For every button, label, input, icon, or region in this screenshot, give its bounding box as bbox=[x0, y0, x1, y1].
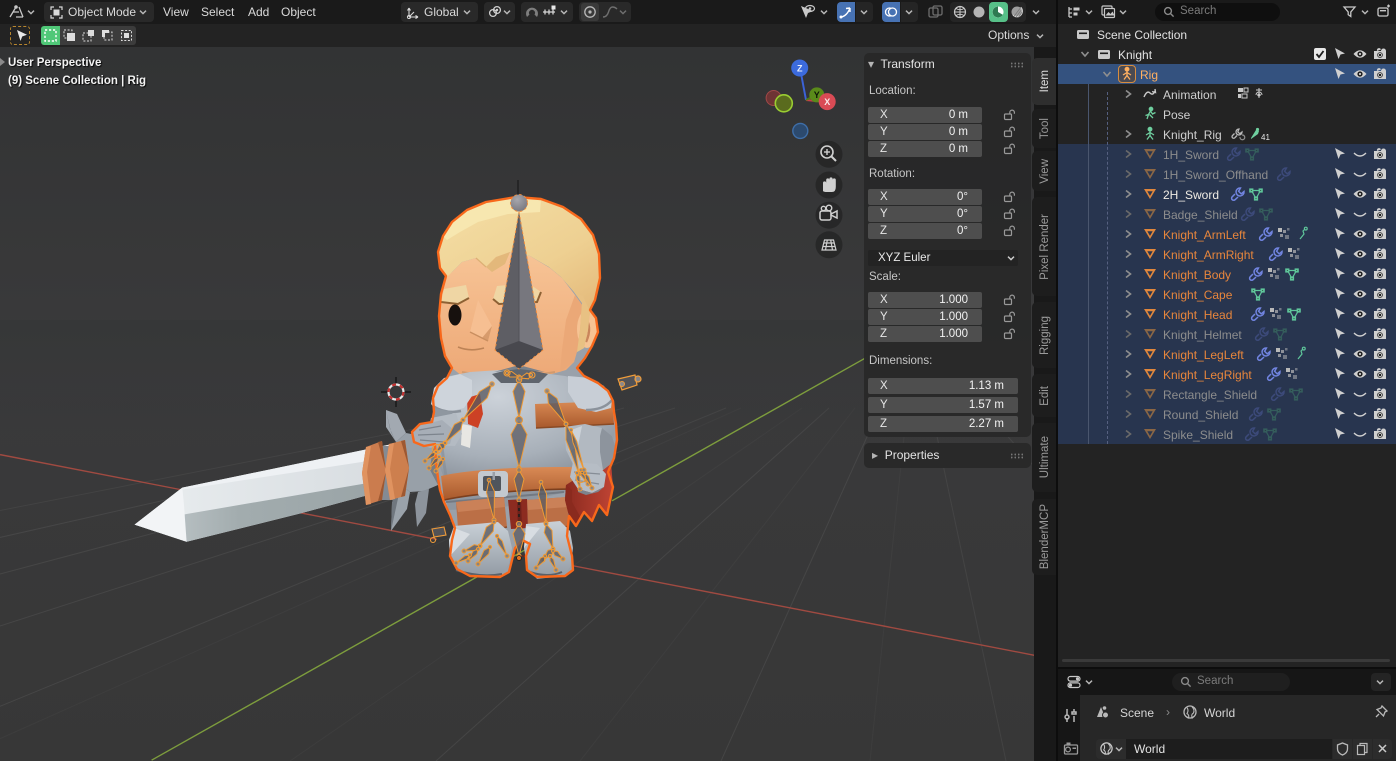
svg-text:41: 41 bbox=[1261, 133, 1270, 142]
svg-text:Z: Z bbox=[797, 63, 803, 73]
svg-text:X: X bbox=[824, 97, 830, 107]
svg-text:Y: Y bbox=[814, 90, 820, 100]
